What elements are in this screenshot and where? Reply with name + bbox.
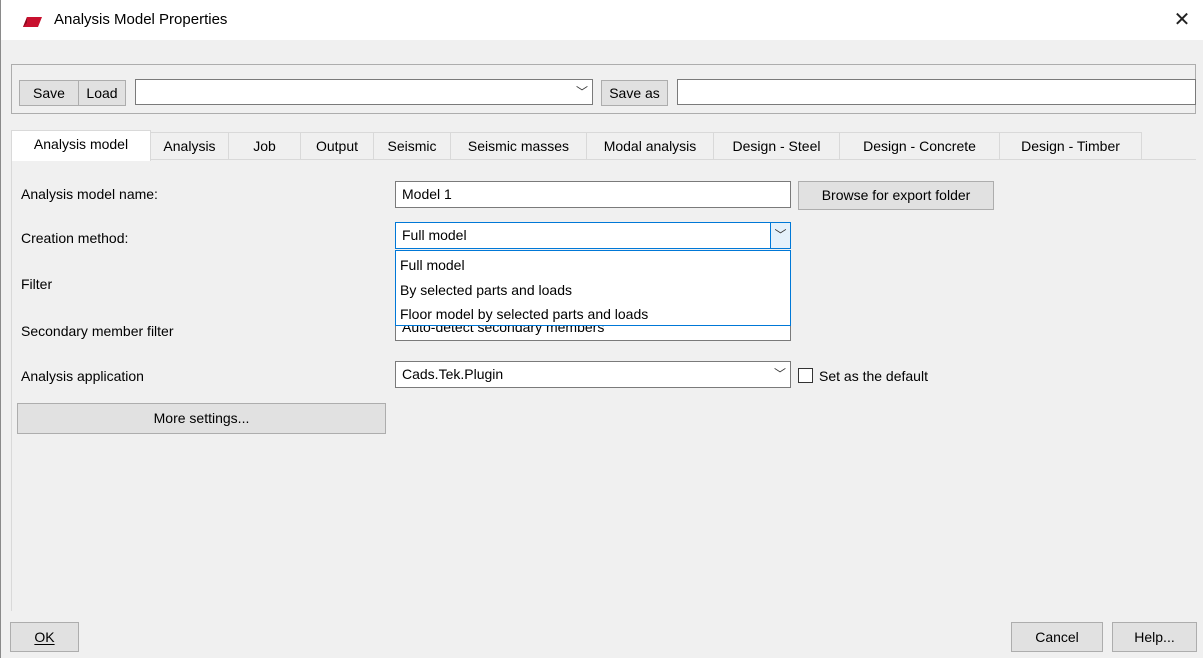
dropdown-option-full-model[interactable]: Full model	[400, 257, 465, 273]
title-bar[interactable]: Analysis Model Properties ✕	[1, 0, 1203, 40]
dropdown-option-floor-model[interactable]: Floor model by selected parts and loads	[400, 306, 648, 322]
tab-job[interactable]: Job	[229, 132, 301, 160]
window-title: Analysis Model Properties	[54, 11, 228, 28]
tekla-logo-icon	[23, 17, 42, 27]
set-default-label: Set as the default	[819, 368, 928, 384]
analysis-model-name-input[interactable]: Model 1	[395, 181, 791, 208]
tab-seismic[interactable]: Seismic	[374, 132, 451, 160]
tab-analysis-model[interactable]: Analysis model	[11, 130, 151, 161]
tab-analysis[interactable]: Analysis	[151, 132, 229, 160]
analysis-application-select[interactable]: Cads.Tek.Plugin ﹀	[395, 361, 791, 388]
creation-method-value: Full model	[402, 227, 467, 243]
chevron-down-icon: ﹀	[773, 367, 786, 381]
filter-label: Filter	[21, 276, 53, 292]
analysis-application-label: Analysis application	[21, 368, 144, 384]
tab-design-timber[interactable]: Design - Timber	[1000, 132, 1142, 160]
dropdown-option-selected-parts[interactable]: By selected parts and loads	[400, 282, 572, 298]
more-settings-button[interactable]: More settings...	[17, 403, 386, 434]
tab-strip: Analysis model Analysis Job Output Seism…	[11, 130, 1196, 161]
tab-modal-analysis[interactable]: Modal analysis	[587, 132, 714, 160]
creation-method-select[interactable]: Full model ﹀	[395, 222, 791, 249]
dialog-window: Analysis Model Properties ✕ Save Load ﹀ …	[0, 0, 1203, 658]
secondary-member-filter-label: Secondary member filter	[21, 323, 174, 339]
tab-seismic-masses[interactable]: Seismic masses	[451, 132, 587, 160]
save-as-name-input[interactable]	[677, 79, 1196, 105]
load-button[interactable]: Load	[78, 80, 126, 106]
analysis-application-value: Cads.Tek.Plugin	[402, 366, 504, 382]
creation-method-dropdown-list: Full model By selected parts and loads F…	[395, 250, 791, 326]
creation-method-label: Creation method:	[21, 230, 129, 246]
tab-design-concrete[interactable]: Design - Concrete	[840, 132, 1000, 160]
chevron-down-icon: ﹀	[770, 223, 790, 248]
ok-label: OK	[34, 629, 55, 645]
save-as-button[interactable]: Save as	[601, 80, 668, 106]
chevron-down-icon: ﹀	[575, 85, 588, 99]
close-icon[interactable]: ✕	[1169, 7, 1195, 33]
set-default-checkbox[interactable]	[798, 368, 813, 383]
save-button[interactable]: Save	[19, 80, 79, 106]
help-button[interactable]: Help...	[1112, 622, 1197, 652]
cancel-button[interactable]: Cancel	[1011, 622, 1103, 652]
analysis-model-name-label: Analysis model name:	[21, 186, 158, 202]
preset-select[interactable]: ﹀	[135, 79, 593, 105]
preset-toolbar: Save Load ﹀ Save as	[11, 64, 1196, 114]
tab-design-steel[interactable]: Design - Steel	[714, 132, 840, 160]
browse-export-folder-button[interactable]: Browse for export folder	[798, 181, 994, 210]
ok-button[interactable]: OK	[10, 622, 79, 652]
tab-output[interactable]: Output	[301, 132, 374, 160]
